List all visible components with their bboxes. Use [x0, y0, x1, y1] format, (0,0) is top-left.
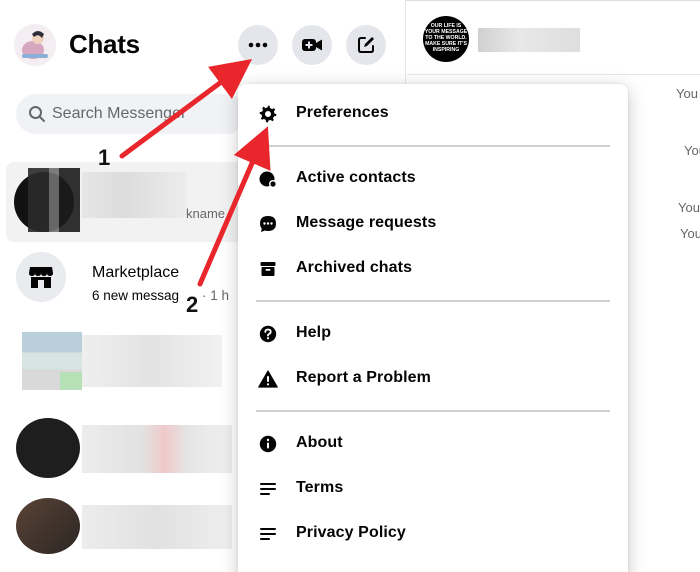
- menu-item-label: Help: [296, 324, 332, 341]
- message-sender-label: You: [676, 86, 698, 101]
- menu-divider: [256, 145, 610, 147]
- message-sender-label: You: [680, 226, 700, 241]
- chat-preview-fragment: kname: [186, 206, 226, 221]
- menu-item-terms[interactable]: Terms: [246, 469, 620, 509]
- archive-icon: [258, 259, 278, 279]
- marketplace-time: · 1 h: [202, 288, 230, 303]
- menu-item-label: Archived chats: [296, 259, 413, 276]
- more-options-button[interactable]: [238, 25, 278, 65]
- conversation-avatar[interactable]: OUR LIFE IS YOUR MESSAGE TO THE WORLD. M…: [423, 16, 469, 62]
- document-lines-icon: [258, 479, 278, 499]
- menu-item-privacy-policy[interactable]: Privacy Policy: [246, 514, 620, 554]
- options-menu: Preferences Active contacts Message requ…: [238, 84, 628, 572]
- menu-divider: [256, 300, 610, 302]
- menu-item-label: Active contacts: [296, 169, 416, 186]
- active-contacts-icon: [258, 169, 278, 189]
- marketplace-avatar[interactable]: [16, 252, 66, 302]
- blurred-text: [82, 172, 186, 218]
- menu-item-label: About: [296, 434, 343, 451]
- profile-avatar[interactable]: [14, 24, 56, 66]
- warning-icon: [258, 369, 278, 389]
- info-icon: [258, 434, 278, 454]
- blurred-avatar: [60, 372, 82, 390]
- help-icon: [258, 324, 278, 344]
- search-icon: [29, 106, 45, 122]
- step-number-1: 1: [98, 145, 111, 170]
- menu-item-active-contacts[interactable]: Active contacts: [246, 159, 620, 199]
- compose-icon: [358, 37, 374, 53]
- marketplace-preview: 6 new messag: [92, 288, 180, 303]
- menu-item-report-problem[interactable]: Report a Problem: [246, 359, 620, 399]
- search-bar[interactable]: Search Messenger: [16, 94, 246, 134]
- new-video-call-button[interactable]: [292, 25, 332, 65]
- search-input[interactable]: Search Messenger: [52, 105, 186, 123]
- conversation-name-blurred: [478, 28, 580, 52]
- marketplace-name: Marketplace: [92, 264, 180, 281]
- blurred-text: [82, 425, 232, 473]
- blurred-text: [82, 335, 222, 387]
- menu-item-label: Message requests: [296, 214, 437, 231]
- storefront-icon: [29, 267, 53, 288]
- page-title: Chats: [69, 29, 140, 59]
- message-sender-label: You: [684, 143, 700, 158]
- blurred-avatar: [16, 498, 80, 554]
- menu-item-about[interactable]: About: [246, 424, 620, 464]
- menu-item-label: Privacy Policy: [296, 524, 406, 541]
- video-call-icon: [302, 39, 322, 51]
- menu-divider: [256, 410, 610, 412]
- gear-icon: [258, 104, 278, 124]
- menu-item-message-requests[interactable]: Message requests: [246, 204, 620, 244]
- menu-item-help[interactable]: Help: [246, 314, 620, 354]
- message-sender-label: You: [678, 200, 700, 215]
- blurred-avatar: [16, 418, 80, 478]
- blurred-text: [82, 505, 232, 549]
- compose-message-button[interactable]: [346, 25, 386, 65]
- step-number-2: 2: [186, 292, 199, 317]
- menu-item-label: Preferences: [296, 104, 389, 121]
- menu-item-archived-chats[interactable]: Archived chats: [246, 249, 620, 289]
- menu-item-label: Terms: [296, 479, 344, 496]
- menu-item-preferences[interactable]: Preferences: [246, 94, 620, 134]
- menu-item-label: Report a Problem: [296, 369, 431, 386]
- document-lines-icon: [258, 524, 278, 544]
- conversation-header-divider: [407, 74, 700, 75]
- blurred-avatar: [28, 168, 80, 232]
- more-horizontal-icon: [248, 42, 268, 48]
- chat-bubble-icon: [258, 214, 278, 234]
